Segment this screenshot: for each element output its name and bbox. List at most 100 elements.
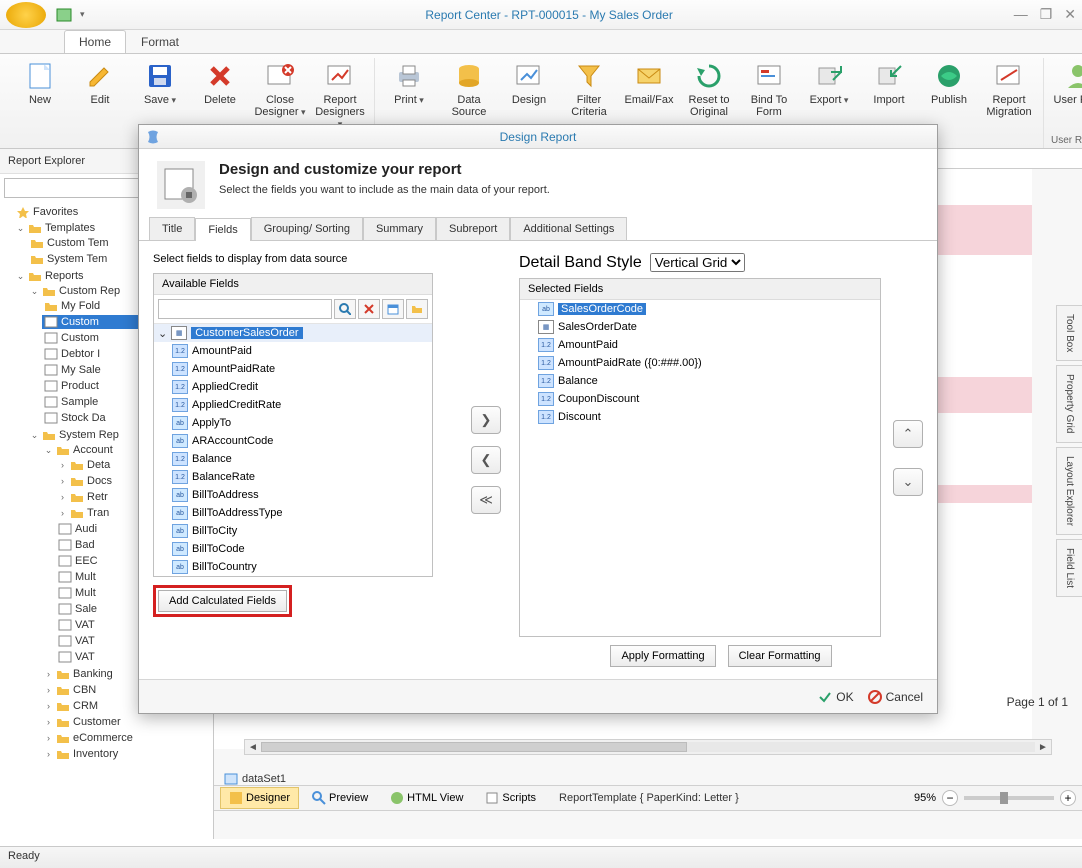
move-all-left-button[interactable]: ≪ — [471, 486, 501, 514]
dataset-name[interactable]: dataSet1 — [242, 773, 286, 785]
selected-field-item[interactable]: 1.2Balance — [520, 372, 880, 390]
available-fields-title: Available Fields — [154, 274, 432, 295]
number-field-icon: 1.2 — [172, 344, 188, 358]
number-field-icon: 1.2 — [172, 452, 188, 466]
dlg-tab-fields[interactable]: Fields — [195, 218, 250, 241]
available-field-item[interactable]: 1.2AmountPaidRate — [154, 360, 432, 378]
qat-icon[interactable] — [56, 7, 72, 23]
detail-band-select[interactable]: Vertical Grid — [650, 253, 745, 272]
ok-button[interactable]: OK — [818, 690, 853, 704]
available-field-item[interactable]: 1.2BalanceRate — [154, 468, 432, 486]
available-field-item[interactable]: 1.2AppliedCreditRate — [154, 396, 432, 414]
selected-field-item[interactable]: 1.2AmountPaid — [520, 336, 880, 354]
field-type-icon: ab — [538, 302, 554, 316]
text-field-icon: ab — [172, 542, 188, 556]
available-field-item[interactable]: abBillToCountry — [154, 558, 432, 576]
selected-fields-list[interactable]: abSalesOrderCode▦SalesOrderDate1.2Amount… — [520, 300, 880, 636]
move-left-button[interactable]: ❮ — [471, 446, 501, 474]
available-field-item[interactable]: abApplyTo — [154, 414, 432, 432]
move-down-button[interactable]: ⌄ — [893, 468, 923, 496]
dlg-tab-additional[interactable]: Additional Settings — [510, 217, 627, 240]
close-button[interactable]: ✕ — [1064, 6, 1076, 23]
dock-toolbox[interactable]: Tool Box — [1056, 305, 1082, 361]
app-logo-icon — [6, 2, 46, 28]
selected-field-item[interactable]: abSalesOrderCode — [520, 300, 880, 318]
dialog-subtext: Select the fields you want to include as… — [219, 184, 550, 196]
dlg-tab-subreport[interactable]: Subreport — [436, 217, 510, 240]
text-field-icon: ab — [172, 416, 188, 430]
field-type-icon: ▦ — [538, 320, 554, 334]
available-search-icon[interactable] — [334, 299, 356, 319]
available-search-input[interactable] — [158, 299, 332, 319]
field-type-icon: 1.2 — [538, 374, 554, 388]
selected-fields-title: Selected Fields — [520, 279, 880, 300]
available-field-item[interactable]: abBillToAddressType — [154, 504, 432, 522]
report-icon — [44, 316, 58, 328]
status-bar: Ready — [0, 846, 1082, 868]
selected-field-item[interactable]: 1.2AmountPaidRate ({0:###.00}) — [520, 354, 880, 372]
selected-field-item[interactable]: 1.2Discount — [520, 408, 880, 426]
dock-layout-explorer[interactable]: Layout Explorer — [1056, 447, 1082, 535]
minimize-button[interactable]: — — [1014, 6, 1028, 23]
window-title: Report Center - RPT-000015 - My Sales Or… — [85, 8, 1014, 22]
dialog-heading: Design and customize your report — [219, 161, 550, 178]
report-migration-button[interactable]: Report Migration — [981, 58, 1037, 148]
text-field-icon: ab — [172, 488, 188, 502]
dlg-tab-grouping[interactable]: Grouping/ Sorting — [251, 217, 363, 240]
ribbon-tab-format[interactable]: Format — [126, 30, 194, 53]
dock-property-grid[interactable]: Property Grid — [1056, 365, 1082, 442]
clear-formatting-button[interactable]: Clear Formatting — [728, 645, 832, 667]
text-field-icon: ab — [172, 560, 188, 574]
dataset-icon — [224, 773, 238, 785]
apply-formatting-button[interactable]: Apply Formatting — [610, 645, 715, 667]
horizontal-scrollbar[interactable]: ◄► — [244, 739, 1052, 755]
available-field-item[interactable]: abBillToAddress — [154, 486, 432, 504]
dock-field-list[interactable]: Field List — [1056, 539, 1082, 597]
selected-field-item[interactable]: ▦SalesOrderDate — [520, 318, 880, 336]
available-folder-icon[interactable] — [406, 299, 428, 319]
edit-button[interactable]: Edit — [72, 58, 128, 148]
available-clear-icon[interactable] — [358, 299, 380, 319]
add-calculated-fields-button[interactable]: Add Calculated Fields — [158, 590, 287, 612]
available-field-item[interactable]: abBillToCode — [154, 540, 432, 558]
maximize-button[interactable]: ❐ — [1040, 6, 1053, 23]
number-field-icon: 1.2 — [172, 380, 188, 394]
move-right-button[interactable]: ❯ — [471, 406, 501, 434]
dlg-tab-summary[interactable]: Summary — [363, 217, 436, 240]
dlg-tab-title[interactable]: Title — [149, 217, 195, 240]
text-field-icon: ab — [172, 506, 188, 520]
ribbon-tab-home[interactable]: Home — [64, 30, 126, 53]
move-up-button[interactable]: ⌃ — [893, 420, 923, 448]
zoom-value: 95% — [914, 792, 936, 804]
user-role-button[interactable]: User Role — [1050, 58, 1082, 133]
add-calculated-fields-highlight: Add Calculated Fields — [153, 585, 292, 617]
text-field-icon: ab — [172, 524, 188, 538]
cancel-button[interactable]: Cancel — [868, 690, 923, 704]
available-field-item[interactable]: abBillToCity — [154, 522, 432, 540]
instruction-text: Select fields to display from data sourc… — [153, 253, 453, 265]
field-type-icon: 1.2 — [538, 392, 554, 406]
available-field-item[interactable]: 1.2AppliedCredit — [154, 378, 432, 396]
dialog-header-icon — [157, 161, 205, 209]
folder-icon — [44, 300, 58, 312]
field-type-icon: 1.2 — [538, 338, 554, 352]
available-field-item[interactable]: abARAccountCode — [154, 432, 432, 450]
zoom-out-button[interactable]: − — [942, 790, 958, 806]
tab-html-view[interactable]: HTML View — [381, 787, 472, 809]
text-field-icon: ab — [172, 434, 188, 448]
tab-preview[interactable]: Preview — [303, 787, 377, 809]
dialog-icon — [145, 129, 161, 145]
dialog-title: Design Report — [500, 130, 577, 144]
available-field-item[interactable]: 1.2AmountPaid — [154, 342, 432, 360]
tab-scripts[interactable]: Scripts — [476, 787, 545, 809]
selected-field-item[interactable]: 1.2CouponDiscount — [520, 390, 880, 408]
number-field-icon: 1.2 — [172, 362, 188, 376]
available-field-item[interactable]: 1.2Balance — [154, 450, 432, 468]
available-calendar-icon[interactable] — [382, 299, 404, 319]
field-type-icon: 1.2 — [538, 410, 554, 424]
zoom-slider[interactable] — [964, 796, 1054, 800]
available-fields-list[interactable]: ⌄▦CustomerSalesOrder 1.2AmountPaid1.2Amo… — [154, 324, 432, 576]
folder-icon — [28, 222, 42, 234]
new-button[interactable]: New — [12, 58, 68, 148]
tab-designer[interactable]: Designer — [220, 787, 299, 809]
